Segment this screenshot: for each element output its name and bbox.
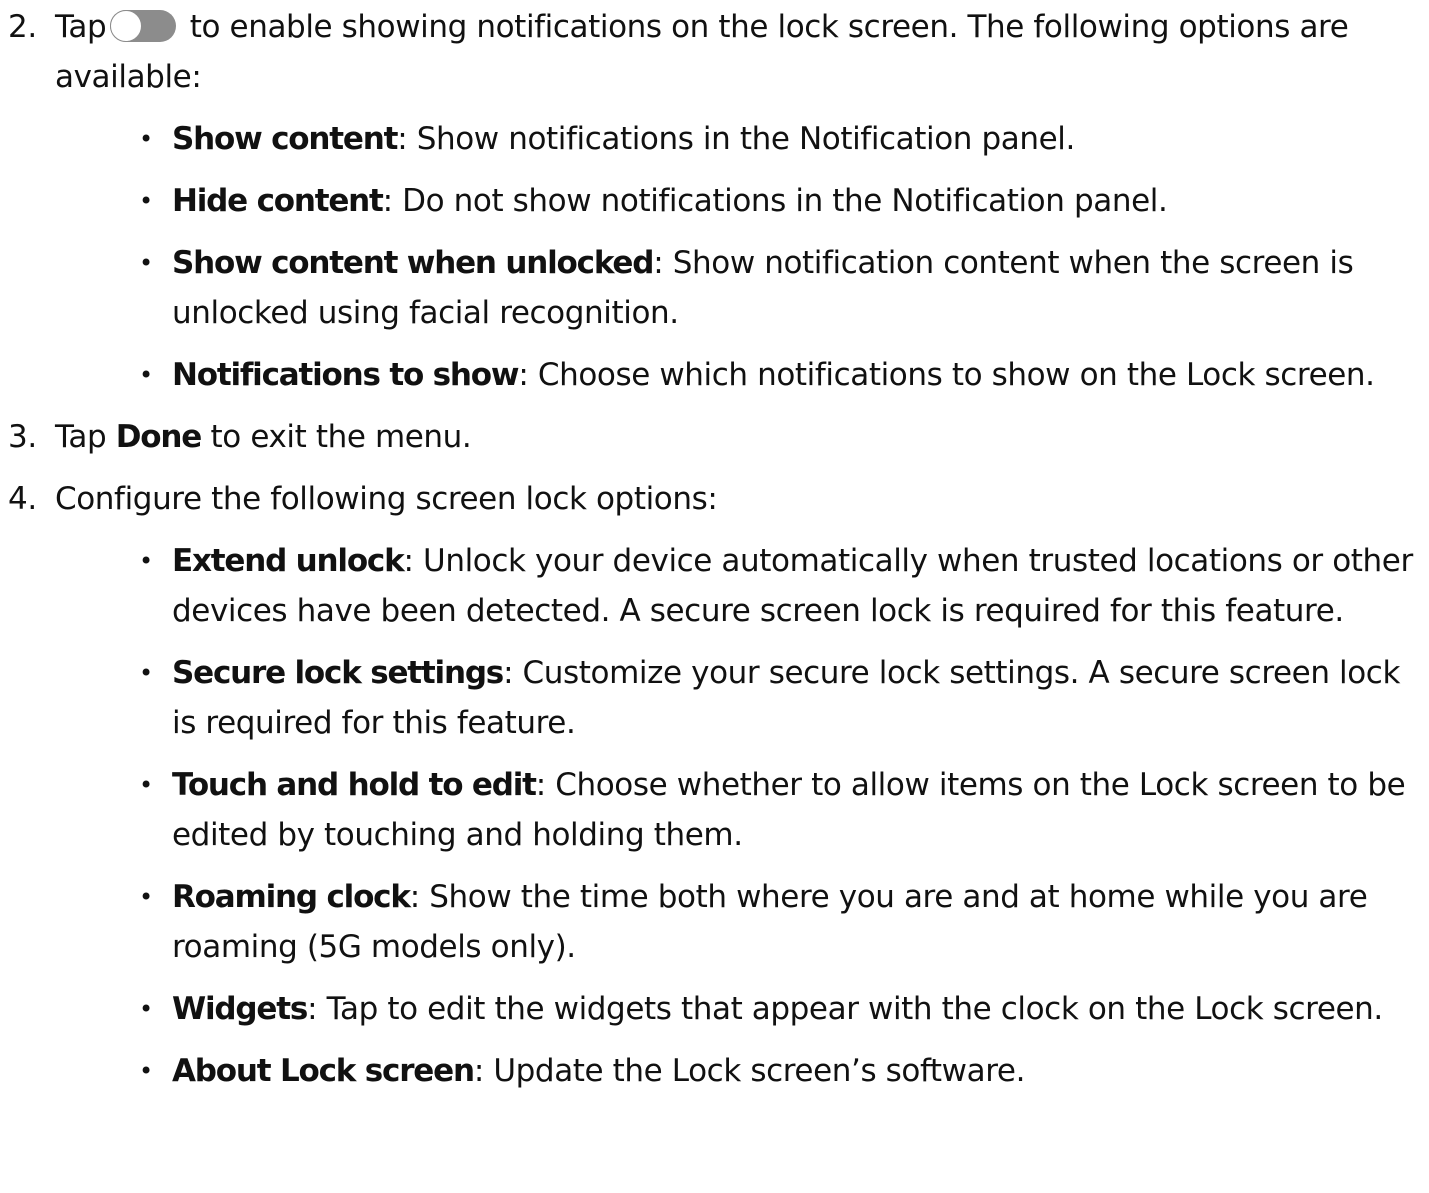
bullet-icon: •: [139, 995, 153, 1023]
toggle-switch-off-icon: [110, 9, 177, 42]
bullet-icon: •: [139, 125, 153, 153]
list-item: • Notifications to show: Choose which not…: [55, 350, 1429, 400]
step-instruction: Configure the following screen lock opti…: [55, 481, 718, 517]
step-text-after-icon: to enable showing notifications on the l…: [55, 9, 1349, 95]
list-item: • About Lock screen: Update the Lock scre…: [55, 1046, 1429, 1096]
bullet-icon: •: [139, 547, 153, 575]
step-4: 4. Configure the following screen lock o…: [0, 474, 1429, 1096]
list-item: • Widgets: Tap to edit the widgets that a…: [55, 984, 1429, 1034]
option-term: Touch and hold to edit: [172, 767, 537, 803]
bullet-icon: •: [139, 187, 153, 215]
option-description: : Choose which notifications to show on …: [518, 357, 1375, 393]
step-instruction: Tap Done to exit the menu.: [55, 412, 1429, 462]
option-description: : Tap to edit the widgets that appear wi…: [307, 991, 1383, 1027]
list-item: • Hide content: Do not show notifications…: [55, 176, 1429, 226]
bullet-icon: •: [139, 1057, 153, 1085]
step-text-before-icon: Tap: [55, 9, 107, 45]
option-term: Show content when unlocked: [172, 245, 654, 281]
option-term: Secure lock settings: [172, 655, 504, 691]
list-item: • Touch and hold to edit: Choose whether …: [55, 760, 1429, 860]
bullet-icon: •: [139, 771, 153, 799]
option-description: : Update the Lock screen’s software.: [473, 1053, 1026, 1089]
option-description: : Show notifications in the Notification…: [397, 121, 1075, 157]
step-instruction: Tap to enable showing notifications on t…: [55, 2, 1429, 102]
toggle-knob: [110, 9, 143, 42]
done-label: Done: [115, 419, 203, 455]
option-term: About Lock screen: [172, 1053, 475, 1089]
option-term: Roaming clock: [172, 879, 411, 915]
option-description: : Do not show notifications in the Notif…: [382, 183, 1168, 219]
options-list: • Extend unlock: Unlock your device autom…: [55, 536, 1429, 1096]
bullet-icon: •: [139, 361, 153, 389]
list-item: • Roaming clock: Show the time both where…: [55, 872, 1429, 972]
option-term: Extend unlock: [172, 543, 405, 579]
step-3: 3. Tap Done to exit the menu.: [0, 412, 1429, 462]
step-number: 3.: [8, 419, 37, 455]
option-term: Show content: [172, 121, 398, 157]
bullet-icon: •: [139, 249, 153, 277]
options-list: • Show content: Show notifications in the…: [55, 114, 1429, 400]
option-term: Widgets: [172, 991, 308, 1027]
step-text-before: Tap: [55, 419, 107, 455]
document-body: 2. Tap to enable showing notifications o…: [0, 0, 1429, 1096]
option-term: Hide content: [172, 183, 384, 219]
list-item: • Extend unlock: Unlock your device autom…: [55, 536, 1429, 636]
option-term: Notifications to show: [172, 357, 520, 393]
step-2: 2. Tap to enable showing notifications o…: [0, 2, 1429, 400]
step-text-after: to exit the menu.: [210, 419, 472, 455]
list-item: • Show content when unlocked: Show notifi…: [55, 238, 1429, 338]
step-number: 4.: [8, 481, 37, 517]
bullet-icon: •: [139, 883, 153, 911]
bullet-icon: •: [139, 659, 153, 687]
list-item: • Show content: Show notifications in the…: [55, 114, 1429, 164]
step-number: 2.: [8, 9, 37, 45]
list-item: • Secure lock settings: Customize your se…: [55, 648, 1429, 748]
